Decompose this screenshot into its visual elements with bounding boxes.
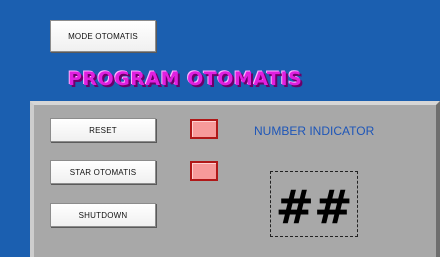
mode-otomatis-button[interactable]: MODE OTOMATIS — [50, 20, 156, 52]
reset-indicator-led — [190, 119, 218, 139]
reset-button[interactable]: RESET — [50, 118, 156, 142]
number-indicator-label: NUMBER INDICATOR — [254, 124, 375, 138]
shutdown-button[interactable]: SHUTDOWN — [50, 203, 156, 227]
star-indicator-led — [190, 161, 218, 181]
star-otomatis-button[interactable]: STAR OTOMATIS — [50, 160, 156, 184]
number-indicator-value: ## — [275, 180, 353, 234]
number-indicator-display: ## — [270, 171, 358, 237]
program-title: PROGRAM OTOMATIS — [68, 68, 303, 90]
